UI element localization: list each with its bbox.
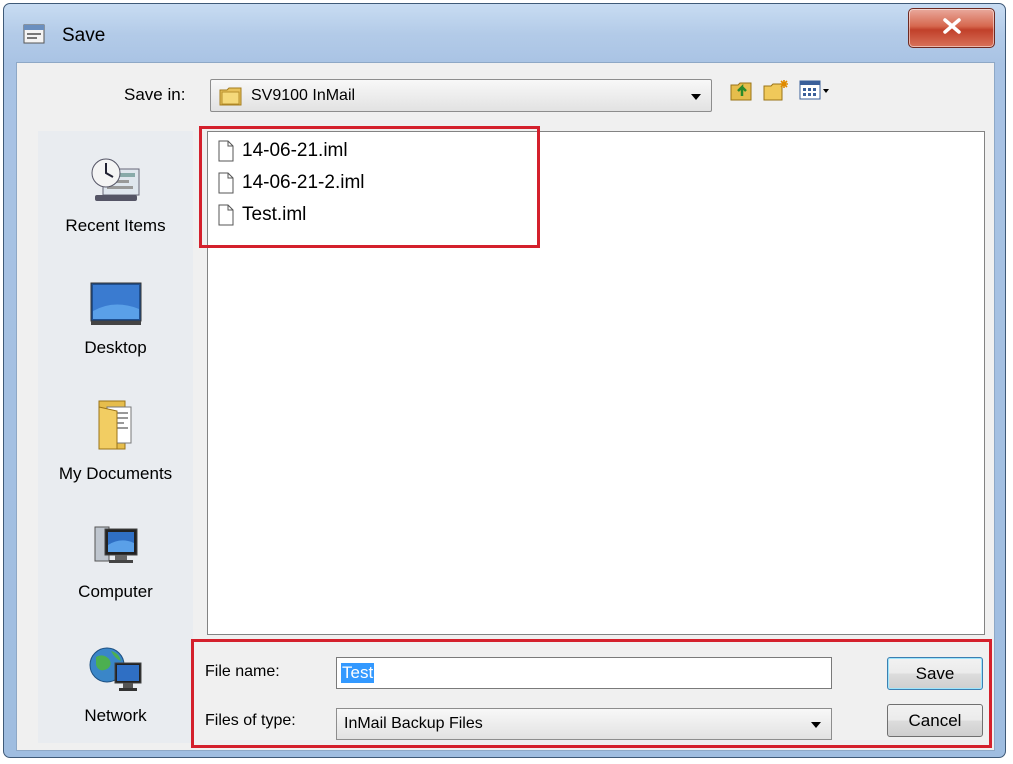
view-menu-icon[interactable] (799, 78, 833, 107)
folder-icon (219, 86, 243, 111)
list-item[interactable]: 14-06-21.iml (218, 137, 348, 165)
place-label: My Documents (58, 464, 173, 483)
desktop-icon (89, 282, 143, 331)
file-name: 14-06-21.iml (242, 140, 348, 161)
place-recent-items[interactable]: Recent Items (38, 153, 193, 236)
place-desktop[interactable]: Desktop (38, 281, 193, 358)
file-name-label: File name: (205, 663, 280, 680)
close-button[interactable] (908, 8, 995, 48)
file-name-value: Test (341, 663, 375, 683)
place-label: Desktop (84, 338, 147, 357)
place-label: Network (84, 706, 147, 725)
file-icon (218, 204, 234, 226)
file-type-label: Files of type: (205, 712, 296, 729)
file-name: Test.iml (242, 204, 307, 225)
recent-items-icon (89, 158, 143, 209)
chevron-down-icon[interactable] (691, 94, 701, 100)
file-icon (218, 140, 234, 162)
list-item[interactable]: 14-06-21-2.iml (218, 169, 365, 197)
file-list[interactable]: 14-06-21.iml 14-06-21-2.iml Test.iml (207, 131, 985, 635)
save-dialog: Save Save in: SV9100 InMail Recent Items… (3, 3, 1006, 758)
save-in-value: SV9100 InMail (251, 87, 356, 104)
title-bar[interactable]: Save (4, 4, 1005, 64)
my-documents-icon (89, 400, 143, 457)
save-in-dropdown[interactable]: SV9100 InMail (210, 79, 712, 112)
file-icon (218, 172, 234, 194)
place-network[interactable]: Network (38, 643, 193, 726)
dialog-client-area: Save in: SV9100 InMail Recent Items Desk… (16, 62, 995, 751)
file-type-value: InMail Backup Files (344, 715, 483, 732)
close-x-icon (941, 17, 963, 40)
place-my-documents[interactable]: My Documents (38, 397, 193, 484)
file-name-input[interactable]: Test (336, 657, 832, 689)
place-label: Recent Items (65, 216, 166, 235)
list-item[interactable]: Test.iml (218, 201, 306, 229)
new-folder-icon[interactable] (762, 78, 790, 107)
up-folder-icon[interactable] (729, 78, 755, 107)
save-button[interactable]: Save (887, 657, 983, 690)
save-dialog-icon (23, 24, 45, 44)
file-type-dropdown[interactable]: InMail Backup Files (336, 708, 832, 740)
place-computer[interactable]: Computer (38, 523, 193, 602)
place-label: Computer (78, 582, 153, 601)
computer-icon (89, 526, 143, 575)
network-icon (87, 647, 145, 699)
places-bar: Recent Items Desktop My Documents Comput… (38, 131, 193, 743)
cancel-button[interactable]: Cancel (887, 704, 983, 737)
file-name: 14-06-21-2.iml (242, 172, 365, 193)
window-title: Save (62, 25, 106, 46)
save-in-label: Save in: (124, 85, 186, 104)
chevron-down-icon[interactable] (811, 722, 821, 728)
